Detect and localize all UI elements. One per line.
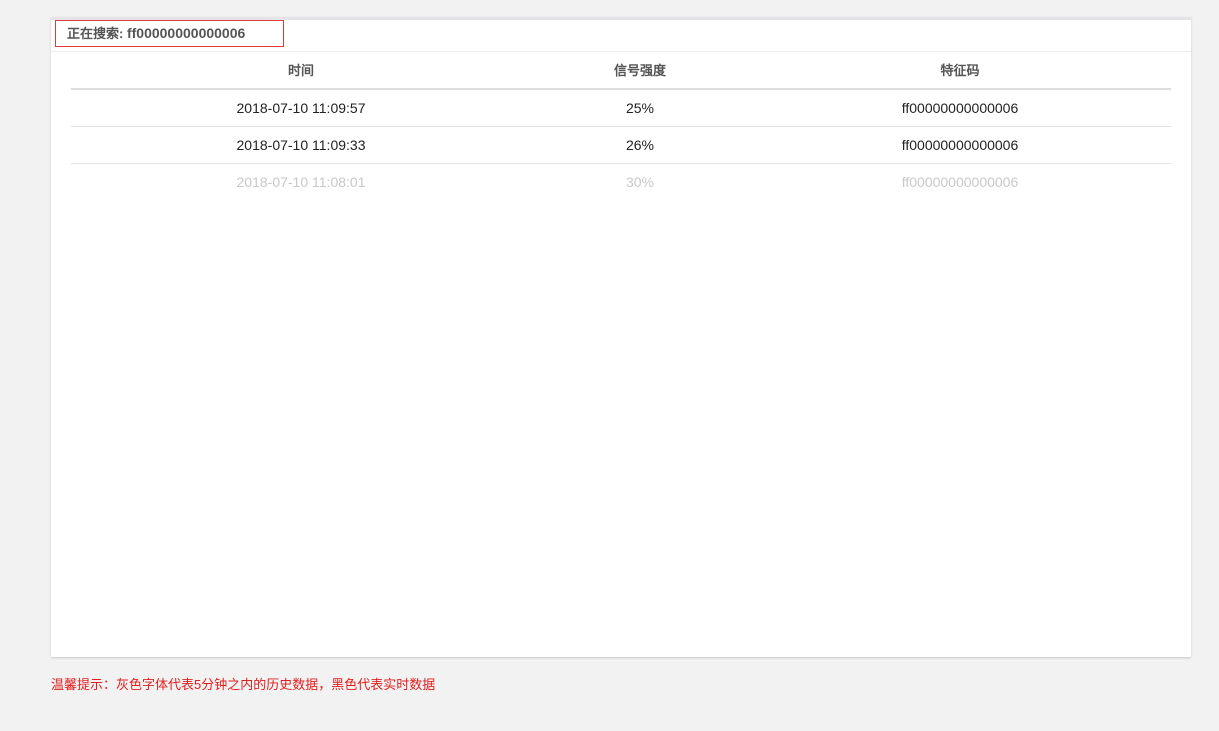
results-table: 时间 信号强度 特征码 2018-07-10 11:09:57 25% ff00…: [71, 51, 1171, 200]
header-signal-strength: 信号强度: [531, 51, 749, 90]
cell-signal: 26%: [531, 126, 749, 164]
search-label: 正在搜索:: [67, 26, 127, 41]
cell-code: ff00000000000006: [901, 174, 1019, 190]
results-table-wrap: 时间 信号强度 特征码 2018-07-10 11:09:57 25% ff00…: [71, 51, 1171, 200]
cell-time: 2018-07-10 11:09:57: [71, 89, 531, 127]
table-row-history: 2018-07-10 11:08:01 30% ff00000000000006: [71, 164, 1171, 201]
table-row: 2018-07-10 11:09:57 25% ff00000000000006: [71, 89, 1171, 127]
search-code: ff00000000000006: [126, 25, 246, 41]
tip-text: 温馨提示：灰色字体代表5分钟之内的历史数据，黑色代表实时数据: [51, 677, 436, 692]
cell-signal: 25%: [531, 89, 749, 127]
result-panel: 正在搜索: ff00000000000006 时间 信号强度 特征码 2018-…: [51, 17, 1191, 657]
search-status-box: 正在搜索: ff00000000000006: [55, 20, 284, 47]
cell-time: 2018-07-10 11:08:01: [236, 174, 366, 190]
cell-time: 2018-07-10 11:09:33: [71, 126, 531, 164]
table-header-row: 时间 信号强度 特征码: [71, 51, 1171, 90]
cell-signal: 30%: [625, 174, 655, 190]
cell-code: ff00000000000006: [749, 89, 1171, 127]
table-row: 2018-07-10 11:09:33 26% ff00000000000006: [71, 126, 1171, 164]
search-header: 正在搜索: ff00000000000006: [51, 20, 1191, 52]
header-feature-code: 特征码: [749, 51, 1171, 90]
cell-code: ff00000000000006: [749, 126, 1171, 164]
header-time: 时间: [71, 51, 531, 90]
